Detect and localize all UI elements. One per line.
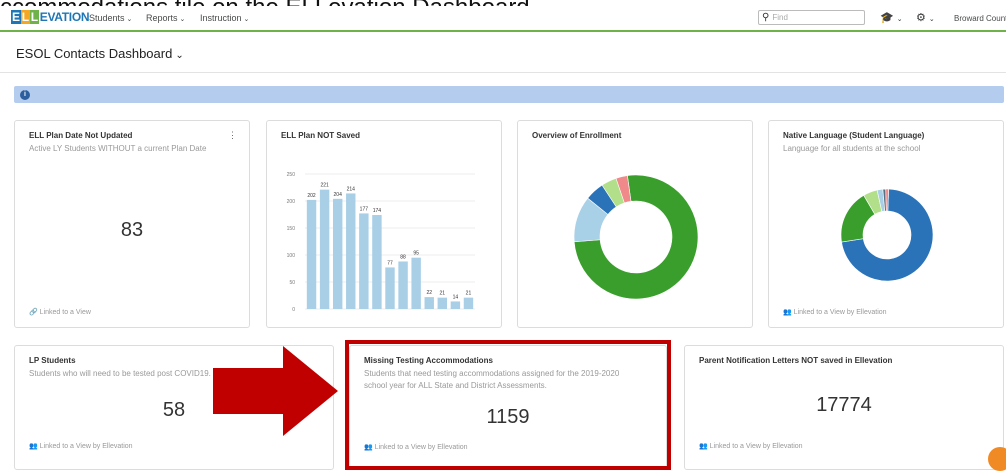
y-tick-label: 200 bbox=[287, 199, 296, 205]
chevron-down-icon: ⌄ bbox=[126, 16, 133, 23]
y-tick-label: 0 bbox=[292, 307, 295, 313]
bar bbox=[437, 297, 448, 309]
card-footer[interactable]: 👥 Linked to a View by Ellevation bbox=[29, 442, 133, 450]
bar bbox=[319, 189, 330, 309]
card-value: 83 bbox=[120, 219, 144, 241]
bar bbox=[463, 297, 474, 309]
bar-value-label: 204 bbox=[334, 192, 343, 198]
card-title: ELL Plan Date Not Updated bbox=[29, 131, 133, 140]
bar bbox=[411, 257, 421, 309]
bar-value-label: 14 bbox=[453, 294, 459, 300]
bar bbox=[372, 215, 382, 309]
search-icon: ⚲ bbox=[762, 12, 770, 23]
red-arrow-annotation bbox=[213, 346, 338, 436]
users-icon: 👥 bbox=[29, 443, 38, 450]
help-bubble-icon[interactable] bbox=[988, 447, 1006, 471]
bar-value-label: 95 bbox=[413, 251, 419, 257]
native-language-donut-chart bbox=[840, 188, 934, 282]
ellevation-logo[interactable]: E L L EVATION bbox=[11, 10, 90, 24]
bar-value-label: 22 bbox=[426, 290, 432, 296]
search-input[interactable]: ⚲ Find bbox=[758, 10, 865, 25]
chevron-down-icon: ⌄ bbox=[243, 16, 250, 23]
title-divider bbox=[0, 72, 1006, 73]
card-value: 17774 bbox=[816, 394, 872, 416]
bar bbox=[450, 301, 461, 309]
y-tick-label: 250 bbox=[287, 172, 296, 178]
bar-value-label: 177 bbox=[360, 206, 369, 212]
district-selector[interactable]: Broward County bbox=[954, 14, 1006, 23]
link-icon: 🔗 bbox=[29, 309, 38, 316]
enrollment-donut-chart bbox=[573, 174, 699, 300]
bar bbox=[424, 297, 434, 309]
info-banner: i bbox=[14, 86, 1004, 103]
card-parent-letters[interactable]: Parent Notification Letters NOT saved in… bbox=[684, 345, 1004, 470]
highlight-box-annotation bbox=[345, 340, 671, 470]
bar bbox=[398, 261, 408, 309]
users-icon: 👥 bbox=[783, 309, 792, 316]
bar-value-label: 88 bbox=[400, 254, 406, 260]
bar bbox=[385, 267, 395, 309]
card-title: Parent Notification Letters NOT saved in… bbox=[699, 356, 893, 365]
y-tick-label: 50 bbox=[289, 280, 295, 286]
dashboard-title[interactable]: ESOL Contacts Dashboard ⌄ bbox=[16, 46, 184, 61]
card-footer[interactable]: 🔗 Linked to a View bbox=[29, 308, 91, 316]
nav-reports[interactable]: Reports ⌄ bbox=[146, 13, 185, 23]
y-tick-label: 150 bbox=[287, 226, 296, 232]
bar-value-label: 77 bbox=[387, 260, 393, 266]
nav-students[interactable]: Students ⌄ bbox=[89, 13, 132, 23]
gear-icon[interactable]: ⚙ ⌄ bbox=[916, 11, 935, 24]
card-footer[interactable]: 👥 Linked to a View by Ellevation bbox=[699, 442, 803, 450]
bar bbox=[306, 199, 317, 309]
info-icon: i bbox=[20, 90, 30, 100]
card-footer[interactable]: 👥 Linked to a View by Ellevation bbox=[783, 308, 887, 316]
bar-value-label: 21 bbox=[440, 291, 446, 297]
bar bbox=[332, 198, 343, 309]
bar-chart: 250 200 150 100 50 0 202 221 204 214 177 174 77 88 95 2… bbox=[287, 172, 475, 313]
chevron-down-icon: ⌄ bbox=[179, 16, 186, 23]
kebab-menu-icon[interactable]: ⋮ bbox=[228, 130, 237, 141]
bar bbox=[359, 213, 369, 309]
donut-slice bbox=[885, 188, 889, 212]
nav-instruction[interactable]: Instruction ⌄ bbox=[200, 13, 249, 23]
graduation-cap-icon[interactable]: 🎓 ⌄ bbox=[880, 11, 903, 24]
card-plan-date[interactable]: ELL Plan Date Not Updated ⋮ Active LY St… bbox=[14, 120, 250, 328]
card-title: LP Students bbox=[29, 356, 76, 365]
bar bbox=[346, 193, 356, 309]
bar-value-label: 202 bbox=[307, 193, 316, 199]
bar-value-label: 214 bbox=[347, 186, 356, 192]
card-enrollment[interactable]: Overview of Enrollment bbox=[517, 120, 753, 328]
card-plan-not-saved[interactable]: ELL Plan NOT Saved 250 200 150 100 50 0 202 221… bbox=[266, 120, 502, 328]
bar-value-label: 221 bbox=[320, 183, 329, 189]
bar-value-label: 21 bbox=[466, 291, 472, 297]
bar-value-label: 174 bbox=[373, 208, 382, 214]
card-subtitle: Active LY Students WITHOUT a current Pla… bbox=[29, 144, 207, 153]
y-tick-label: 100 bbox=[287, 253, 296, 259]
top-navigation-bar: E L L EVATION Students ⌄ Reports ⌄ Instructio… bbox=[0, 6, 1006, 32]
users-icon: 👥 bbox=[699, 443, 708, 450]
card-native-language[interactable]: Native Language (Student Language) Langu… bbox=[768, 120, 1004, 328]
chevron-down-icon: ⌄ bbox=[175, 50, 184, 61]
card-subtitle: Students who will need to be tested post… bbox=[29, 369, 211, 378]
